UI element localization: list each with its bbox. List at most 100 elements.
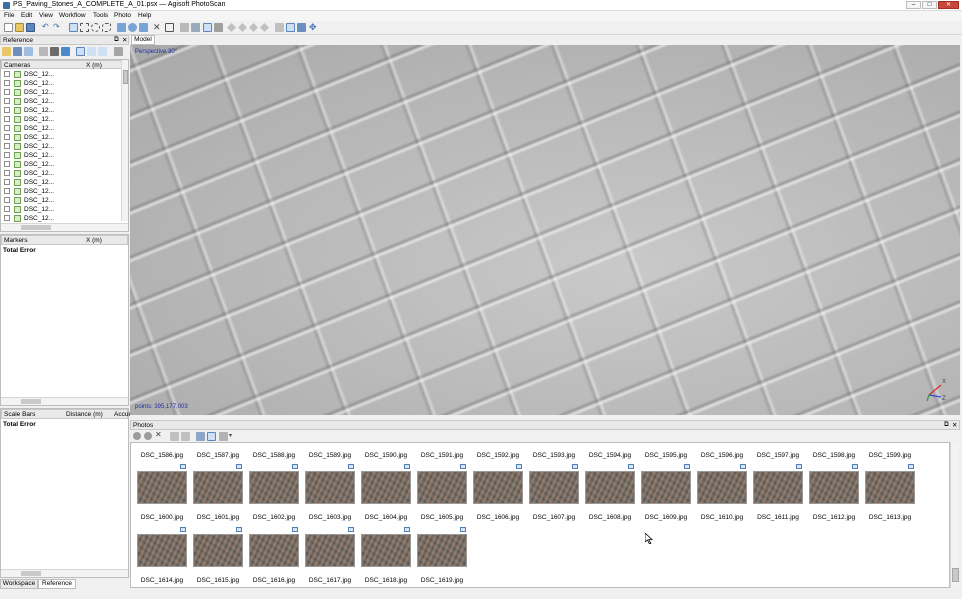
camera-row[interactable]: DSC_12... [3,187,123,196]
grid-icon[interactable] [180,23,189,32]
photo-thumbnail[interactable] [585,471,635,504]
export-icon[interactable] [13,47,22,56]
camera-row[interactable]: DSC_12... [3,124,123,133]
camera-checkbox[interactable] [4,89,10,95]
show-cameras-icon[interactable] [297,23,306,32]
close-icon[interactable]: ✕ [122,36,127,44]
camera-row[interactable]: DSC_12... [3,106,123,115]
camera-checkbox[interactable] [4,107,10,113]
accuracy-column-header[interactable]: Accur [114,411,131,418]
camera-row[interactable]: DSC_12... [3,142,123,151]
markers-horizontal-scrollbar[interactable] [1,397,128,405]
photo-thumbnail[interactable] [249,471,299,504]
menu-view[interactable]: View [39,12,53,19]
move-region-icon[interactable] [117,23,126,32]
cameras-hscroll-thumb[interactable] [21,225,51,230]
cameras-vertical-scrollbar[interactable] [121,60,128,221]
menu-help[interactable]: Help [138,12,151,19]
save-icon[interactable] [26,23,35,32]
shaded-icon[interactable] [203,23,212,32]
camera-row[interactable]: DSC_12... [3,169,123,178]
filter-icon[interactable] [196,432,205,441]
photo-thumbnail[interactable] [193,471,243,504]
enable-cameras-icon[interactable] [133,432,141,440]
view-details-icon[interactable] [219,432,228,441]
photo-thumbnail[interactable] [865,471,915,504]
chevron-down-icon[interactable]: ▾ [229,432,238,441]
optimize-icon[interactable] [50,47,59,56]
x-column-header[interactable]: X (m) [86,62,102,69]
menu-photo[interactable]: Photo [114,12,131,19]
redo-icon[interactable]: ↷ [53,23,62,32]
photos-vertical-scrollbar[interactable] [950,442,959,588]
camera-checkbox[interactable] [4,197,10,203]
camera-row[interactable]: DSC_12... [3,88,123,97]
photo-thumbnail[interactable] [473,471,523,504]
distance-column-header[interactable]: Distance (m) [66,411,103,418]
markers-hscroll-thumb[interactable] [21,399,41,404]
scale-bars-hscroll-thumb[interactable] [21,571,41,576]
photo-thumbnail[interactable] [697,471,747,504]
view-thumbnails-icon[interactable] [207,432,216,441]
camera-row[interactable]: DSC_12... [3,70,123,79]
camera-row[interactable]: DSC_12... [3,151,123,160]
menu-edit[interactable]: Edit [21,12,32,19]
rotate-right-icon[interactable] [181,432,190,441]
markers-column-header[interactable]: Markers [4,237,27,244]
view-estimated-icon[interactable] [87,47,96,56]
settings-icon[interactable] [39,47,48,56]
maximize-button[interactable]: □ [922,1,937,9]
photo-thumbnail[interactable] [137,471,187,504]
photo-thumbnail[interactable] [809,471,859,504]
circle-select-icon[interactable] [91,23,100,32]
open-icon[interactable] [15,23,24,32]
camera-checkbox[interactable] [4,152,10,158]
view-errors-icon[interactable] [98,47,107,56]
camera-checkbox[interactable] [4,215,10,221]
photo-thumbnail[interactable] [361,534,411,567]
photos-float-icon[interactable]: ⧉ [944,421,949,429]
tab-model[interactable]: Model [131,35,155,45]
cameras-scroll-thumb[interactable] [123,70,128,84]
point-cloud-icon[interactable] [275,23,284,32]
camera-row[interactable]: DSC_12... [3,97,123,106]
resize-region-icon[interactable] [139,23,148,32]
photo-thumbnail[interactable] [753,471,803,504]
camera-row[interactable]: DSC_12... [3,196,123,205]
camera-checkbox[interactable] [4,98,10,104]
camera-checkbox[interactable] [4,80,10,86]
view-source-icon[interactable] [76,47,85,56]
camera-checkbox[interactable] [4,179,10,185]
camera-checkbox[interactable] [4,161,10,167]
camera-row[interactable]: DSC_12... [3,205,123,214]
reference-settings-icon[interactable] [114,47,123,56]
camera-row[interactable]: DSC_12... [3,214,123,223]
camera-row[interactable]: DSC_12... [3,79,123,88]
tiled-icon[interactable] [249,23,258,32]
camera-row[interactable]: DSC_12... [3,133,123,142]
camera-checkbox[interactable] [4,170,10,176]
convert-icon[interactable] [24,47,33,56]
menu-file[interactable]: File [4,12,14,19]
camera-checkbox[interactable] [4,125,10,131]
tab-workspace[interactable]: Workspace [0,579,38,589]
import-icon[interactable] [2,47,11,56]
scale-bars-horizontal-scrollbar[interactable] [1,569,128,577]
photos-close-icon[interactable]: ✕ [952,421,957,429]
update-icon[interactable] [61,47,70,56]
camera-checkbox[interactable] [4,134,10,140]
free-select-icon[interactable] [102,23,111,32]
photo-thumbnail[interactable] [417,471,467,504]
crop-icon[interactable] [165,23,174,32]
model-viewport[interactable]: Perspective 30° points: 395,177,003 X Z [130,45,960,415]
textured-icon[interactable] [238,23,247,32]
photo-thumbnail[interactable] [305,534,355,567]
photo-thumbnail[interactable] [417,534,467,567]
wireframe-icon[interactable] [227,23,236,32]
camera-row[interactable]: DSC_12... [3,115,123,124]
photo-thumbnail[interactable] [305,471,355,504]
move-icon[interactable]: ✥ [309,23,318,32]
orthomosaic-icon[interactable] [260,23,269,32]
menu-workflow[interactable]: Workflow [59,12,86,19]
photo-thumbnail[interactable] [641,471,691,504]
